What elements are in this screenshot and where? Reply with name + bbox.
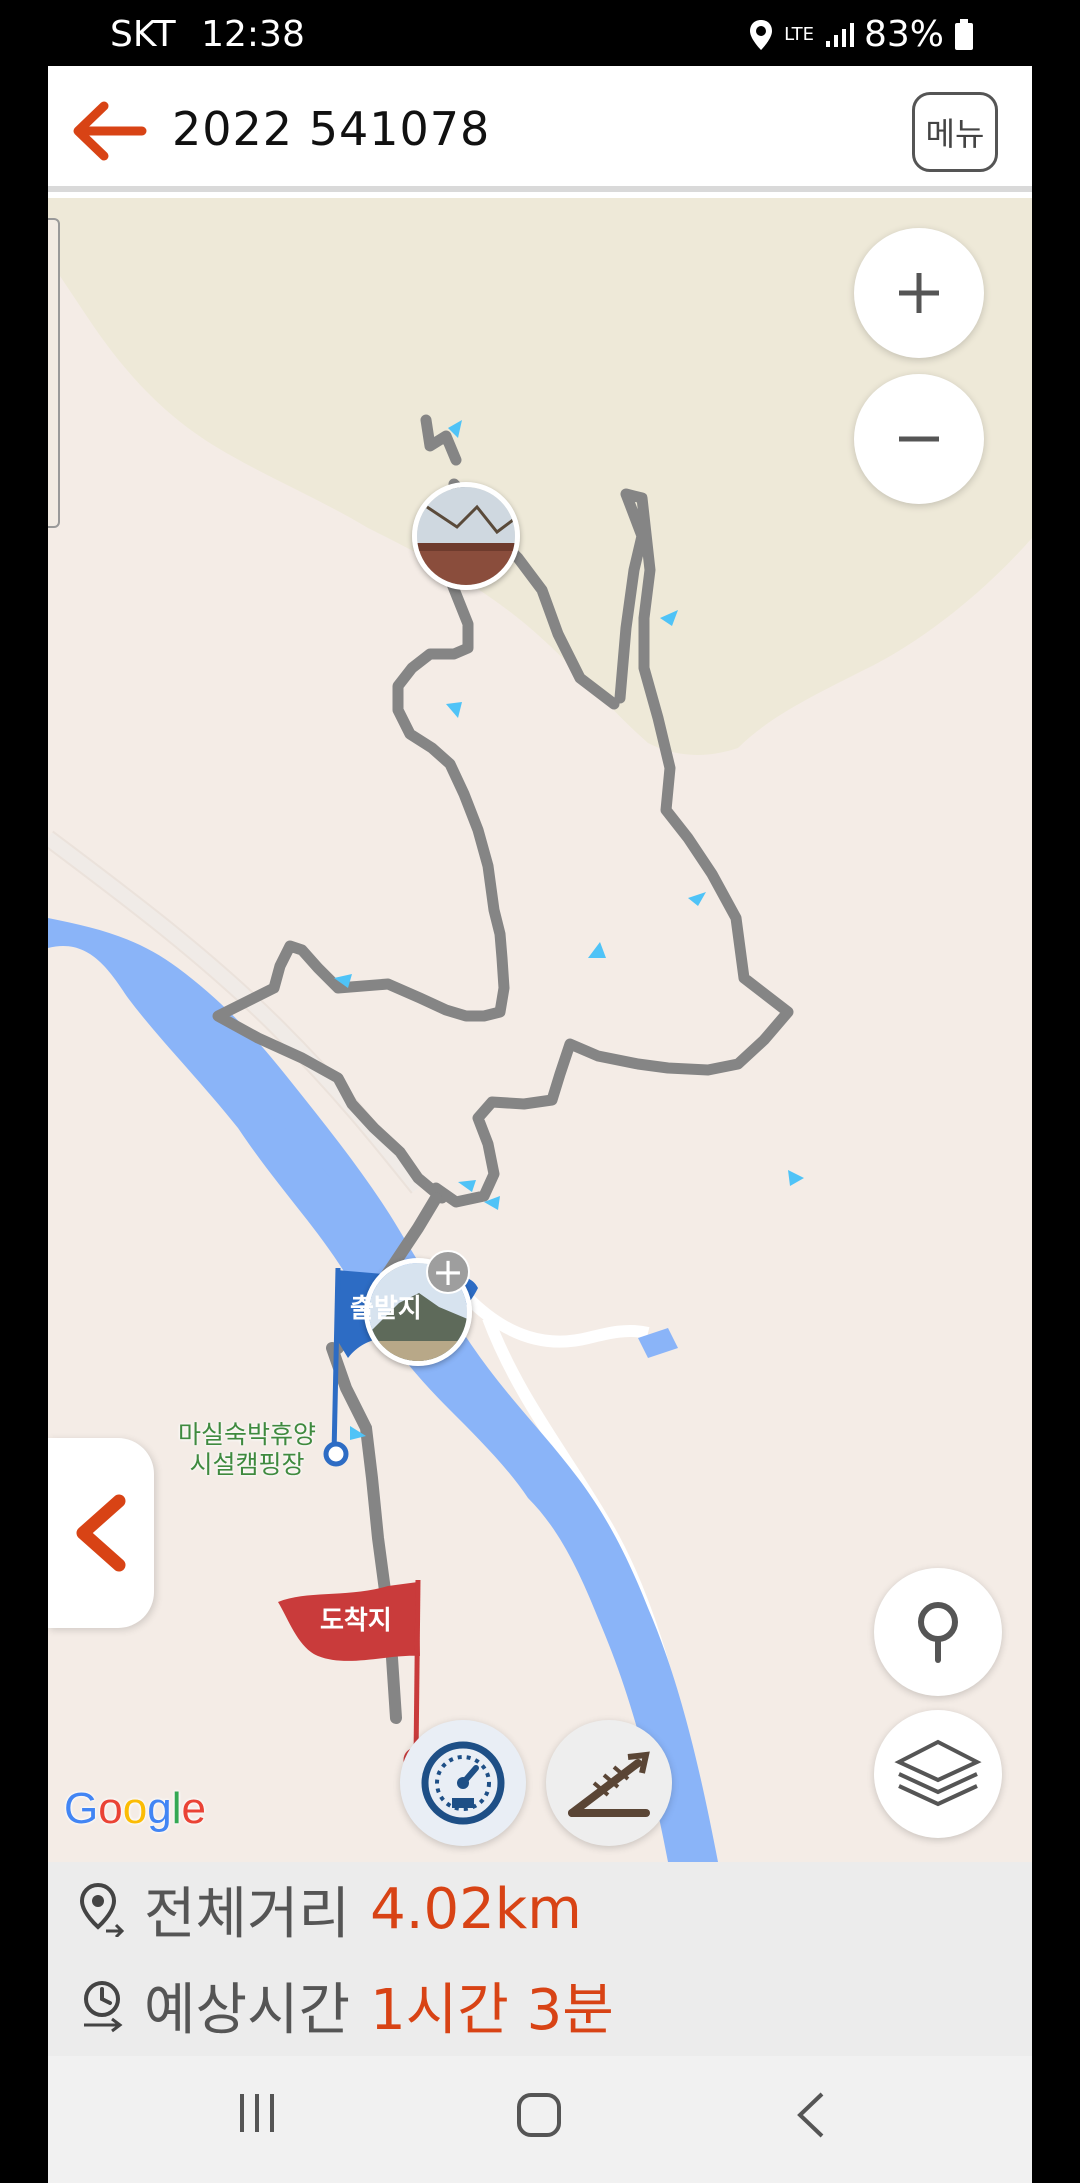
chevron-left-icon bbox=[76, 1494, 126, 1572]
google-attribution: Google bbox=[64, 1784, 206, 1833]
zoom-in-button[interactable] bbox=[854, 228, 984, 358]
photo-marker-summit[interactable] bbox=[412, 482, 520, 590]
start-point bbox=[323, 1441, 349, 1467]
side-panel-toggle[interactable] bbox=[48, 1438, 154, 1628]
status-right: LTE 83% bbox=[748, 14, 974, 55]
map-view[interactable]: + 출발지 도착지 마실숙박휴양 시설캠핑장 Google bbox=[48, 198, 1032, 1862]
location-status-icon bbox=[750, 19, 773, 50]
battery-percent: 83% bbox=[863, 14, 944, 55]
distance-row: 전체거리 4.02km bbox=[76, 1864, 582, 1954]
signal-icon bbox=[825, 22, 854, 47]
clock: 12:38 bbox=[201, 14, 305, 55]
route-info-panel: 전체거리 4.02km 예상시간 1시간 3분 bbox=[48, 1862, 1032, 2056]
network-type: LTE bbox=[784, 23, 814, 45]
nav-back-icon[interactable] bbox=[792, 2090, 832, 2140]
time-value: 1시간 3분 bbox=[370, 1977, 614, 2043]
start-flag-label: 출발지 bbox=[350, 1294, 422, 1324]
home-icon[interactable] bbox=[514, 2090, 564, 2140]
start-flag-pole bbox=[331, 1267, 341, 1455]
distance-label: 전체거리 bbox=[144, 1881, 351, 1947]
plus-icon bbox=[899, 273, 939, 313]
map-layers-button[interactable] bbox=[874, 1710, 1002, 1838]
left-edge-tab[interactable] bbox=[48, 218, 60, 528]
end-flag-label: 도착지 bbox=[320, 1606, 392, 1636]
header-bar: 2022 541078 메뉴 bbox=[48, 66, 1032, 192]
carrier-label: SKT bbox=[110, 14, 176, 55]
battery-icon bbox=[955, 18, 973, 50]
time-label: 예상시간 bbox=[144, 1977, 351, 2043]
menu-button[interactable]: 메뉴 bbox=[912, 92, 998, 172]
system-nav-bar bbox=[48, 2056, 1032, 2183]
time-row: 예상시간 1시간 3분 bbox=[76, 1960, 614, 2050]
add-photo-icon[interactable]: + bbox=[426, 1250, 470, 1294]
my-location-button[interactable] bbox=[874, 1568, 1002, 1696]
distance-value: 4.02km bbox=[370, 1876, 582, 1942]
minus-icon bbox=[899, 436, 939, 442]
status-bar: SKT 12:38 LTE 83% bbox=[0, 0, 1080, 66]
page-title: 2022 541078 bbox=[172, 102, 491, 156]
status-left: SKT 12:38 bbox=[110, 14, 305, 55]
back-arrow-icon[interactable] bbox=[68, 96, 148, 166]
zoom-out-button[interactable] bbox=[854, 374, 984, 504]
elevation-profile-button[interactable] bbox=[546, 1720, 672, 1846]
location-pin-icon bbox=[918, 1602, 958, 1663]
end-flag-pole bbox=[413, 1579, 421, 1759]
recent-apps-icon[interactable] bbox=[234, 2090, 280, 2136]
app-screen: 2022 541078 메뉴 + 출발지 도착지 마실숙박휴양 시설캠핑장 Go… bbox=[48, 66, 1032, 2183]
distance-pin-icon bbox=[79, 1882, 125, 1937]
campsite-label: 마실숙박휴양 시설캠핑장 bbox=[178, 1420, 317, 1479]
elevation-icon bbox=[568, 1751, 650, 1817]
layers-icon bbox=[894, 1739, 982, 1807]
route-to-end bbox=[326, 1342, 402, 1724]
speed-gauge-button[interactable] bbox=[400, 1720, 526, 1846]
speedometer-icon bbox=[421, 1741, 505, 1825]
clock-pin-icon bbox=[84, 1981, 123, 2033]
